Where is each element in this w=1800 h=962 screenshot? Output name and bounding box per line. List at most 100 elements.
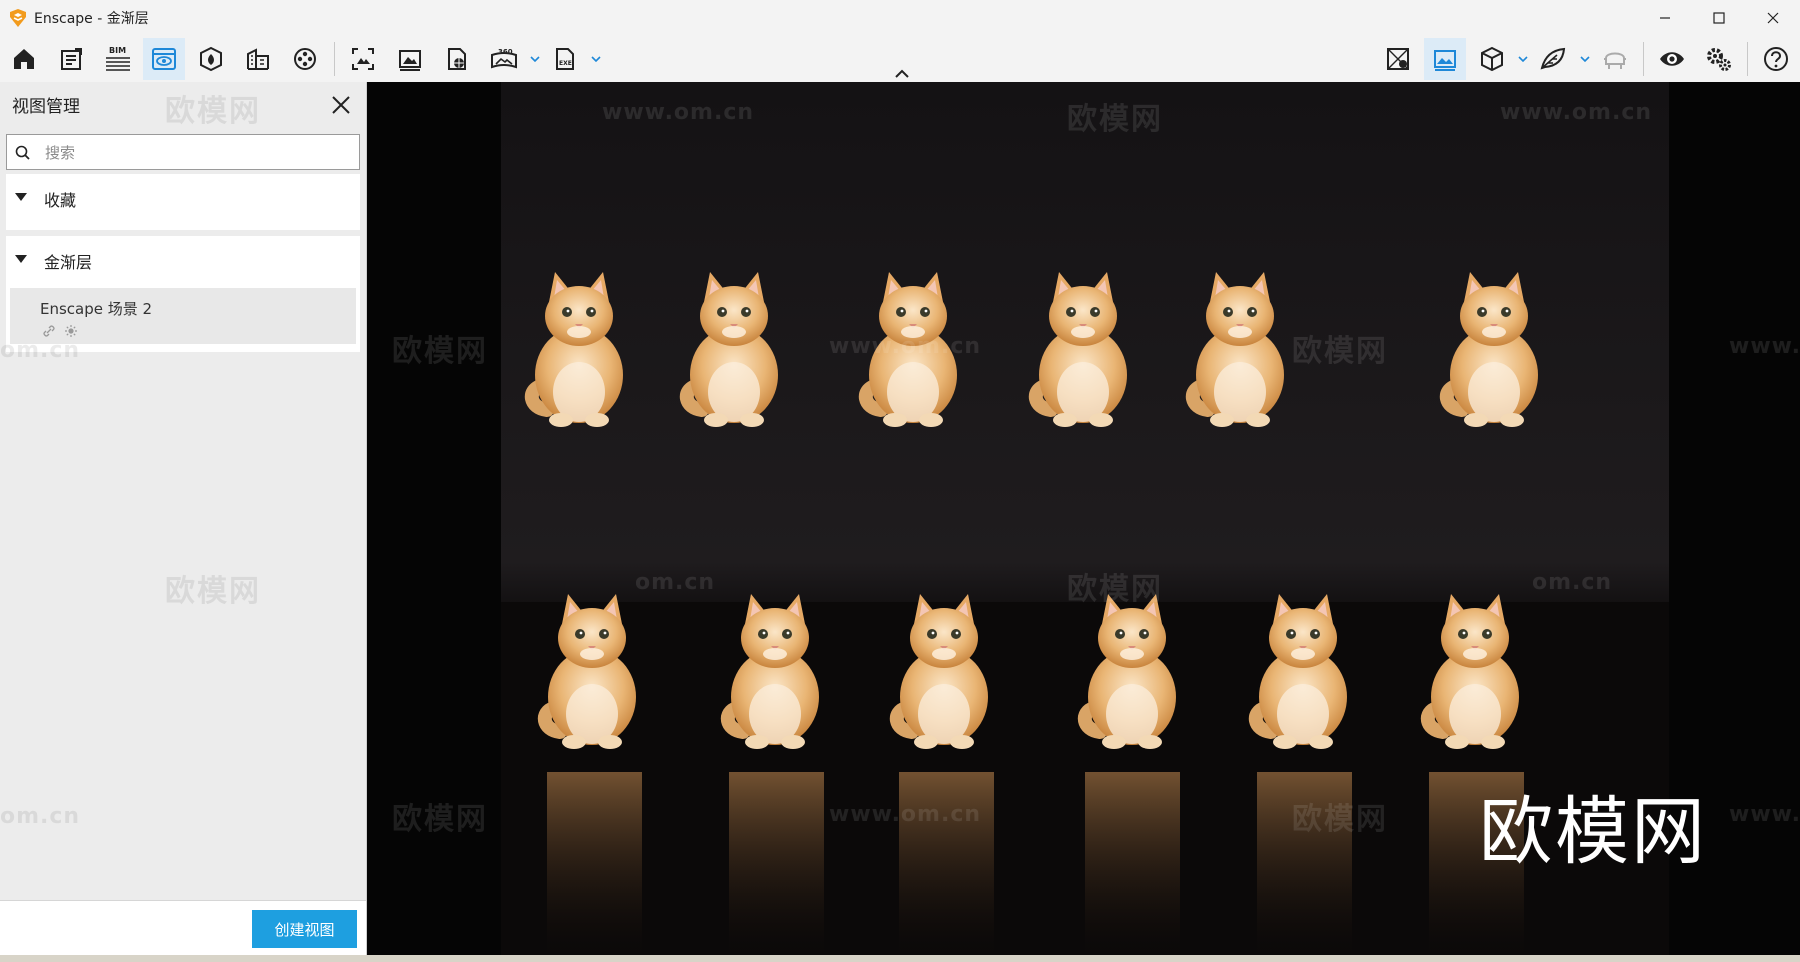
viewport-watermark: 欧模网: [1292, 334, 1388, 369]
chevron-down-icon: [1518, 56, 1528, 62]
bim-button[interactable]: BIM: [97, 38, 139, 80]
view-management-panel: 视图管理 欧模网 收藏 金渐层 Enscape 场景 2 om.cn 欧模网 o…: [0, 82, 367, 956]
render-viewport[interactable]: www.om.cn 欧模网 www.om.cn 欧模网 www.om.cn 欧模…: [367, 82, 1800, 955]
maximize-icon: [1713, 12, 1725, 24]
site-context-button[interactable]: [237, 38, 279, 80]
help-icon: [1764, 47, 1788, 71]
brand-logo-watermark: 欧模网: [1479, 789, 1707, 875]
viewport-watermark-url: www.om.cn: [829, 334, 982, 359]
screenshot-button[interactable]: [342, 38, 384, 80]
image-settings-button[interactable]: [1424, 38, 1466, 80]
web-standalone-button[interactable]: [436, 38, 478, 80]
bottom-strip: [0, 955, 1800, 962]
batch-render-icon: [399, 50, 421, 71]
home-button[interactable]: [3, 38, 45, 80]
collapse-triangle-icon: [15, 193, 27, 201]
asset-library-button[interactable]: [1471, 38, 1513, 80]
notes-icon: [61, 48, 82, 70]
batch-render-button[interactable]: [389, 38, 431, 80]
vr-headset-icon: [1604, 52, 1626, 69]
material-icon: [200, 46, 222, 72]
asset-dropdown[interactable]: [1516, 52, 1530, 66]
group-label: 金渐层: [44, 253, 93, 272]
viewport-watermark: 欧模网: [1067, 572, 1163, 607]
search-box: [6, 134, 360, 170]
panorama-dropdown[interactable]: [528, 52, 542, 66]
chevron-down-icon: [591, 56, 601, 62]
enscape-logo-icon: [10, 9, 26, 27]
close-button[interactable]: [1746, 0, 1800, 36]
close-panel-icon[interactable]: [330, 94, 352, 116]
vr-headset-button[interactable]: [1594, 38, 1636, 80]
view-item-name: Enscape 场景 2: [40, 300, 153, 318]
exe-export-button[interactable]: EXE: [544, 38, 586, 80]
chevron-down-icon: [1580, 56, 1590, 62]
view-management-button[interactable]: [143, 38, 185, 80]
notes-button[interactable]: [50, 38, 92, 80]
collapse-triangle-icon: [15, 255, 27, 263]
video-reel-icon: [294, 48, 316, 70]
visual-settings-button[interactable]: [1651, 38, 1693, 80]
material-button[interactable]: [190, 38, 232, 80]
viewport-watermark: 欧模网: [1067, 102, 1163, 137]
view-item[interactable]: Enscape 场景 2: [10, 288, 356, 344]
group-label: 收藏: [44, 191, 77, 210]
viewport-watermark-url: www.om.cn: [1500, 100, 1653, 125]
help-button[interactable]: [1755, 38, 1797, 80]
viewport-watermark-url: www.om.cn: [829, 802, 982, 827]
map-button[interactable]: [1377, 38, 1419, 80]
title-bar: Enscape - 金渐层: [0, 0, 1800, 36]
search-input[interactable]: [43, 137, 357, 169]
viewport-watermark: 欧模网: [392, 334, 488, 369]
image-settings-icon: [1434, 50, 1456, 71]
sketch-leaf-icon: [1540, 47, 1566, 70]
search-icon: [15, 145, 30, 160]
minimize-button[interactable]: [1638, 0, 1692, 36]
panel-title: 视图管理: [12, 97, 80, 117]
link-icon: [43, 325, 55, 337]
panorama-360-icon: 360: [491, 48, 517, 69]
panel-watermark: 欧模网: [165, 574, 261, 609]
screenshot-icon: [352, 48, 374, 70]
favorites-group: 收藏: [6, 174, 360, 230]
panorama-360-button[interactable]: 360: [483, 38, 525, 80]
exe-export-icon: EXE: [556, 48, 574, 70]
exe-export-dropdown[interactable]: [589, 52, 603, 66]
scene-group-header[interactable]: 金渐层: [6, 236, 360, 282]
viewport-watermark: 欧模网: [392, 802, 488, 837]
video-button[interactable]: [284, 38, 326, 80]
panel-watermark-url: om.cn: [0, 804, 81, 829]
panel-footer: 创建视图: [0, 900, 366, 956]
sun-icon: [65, 325, 77, 337]
svg-text:EXE: EXE: [559, 60, 572, 67]
favorites-group-header[interactable]: 收藏: [6, 174, 360, 220]
close-icon: [1767, 12, 1779, 24]
bim-icon: BIM: [106, 46, 130, 71]
viewport-watermark-url: om.cn: [635, 570, 716, 595]
chevron-down-icon: [530, 56, 540, 62]
scene-group: 金渐层 Enscape 场景 2: [6, 236, 360, 352]
map-icon: [1387, 48, 1409, 70]
viewport-watermark-url: www.: [1729, 334, 1800, 359]
panel-watermark: 欧模网: [165, 94, 261, 129]
window-title: Enscape - 金渐层: [34, 11, 149, 27]
viewport-watermark: 欧模网: [1292, 802, 1388, 837]
sketch-dropdown[interactable]: [1578, 52, 1592, 66]
viewport-watermark-url: www.: [1729, 802, 1800, 827]
settings-gears-icon: [1707, 48, 1731, 71]
svg-text:360: 360: [498, 48, 513, 56]
svg-text:BIM: BIM: [109, 46, 126, 55]
collapse-toolbar-icon[interactable]: [893, 68, 911, 80]
home-icon: [14, 49, 34, 69]
panel-watermark-url: om.cn: [0, 338, 81, 363]
site-context-icon: [247, 48, 269, 70]
minimize-icon: [1660, 17, 1670, 19]
sketch-button[interactable]: [1532, 38, 1574, 80]
maximize-button[interactable]: [1692, 0, 1746, 36]
general-settings-button[interactable]: [1698, 38, 1740, 80]
viewport-watermark-url: www.om.cn: [602, 100, 755, 125]
create-view-button[interactable]: 创建视图: [252, 910, 357, 948]
asset-cube-icon: [1481, 46, 1503, 72]
view-management-icon: [152, 48, 176, 70]
viewport-watermark-url: om.cn: [1532, 570, 1613, 595]
